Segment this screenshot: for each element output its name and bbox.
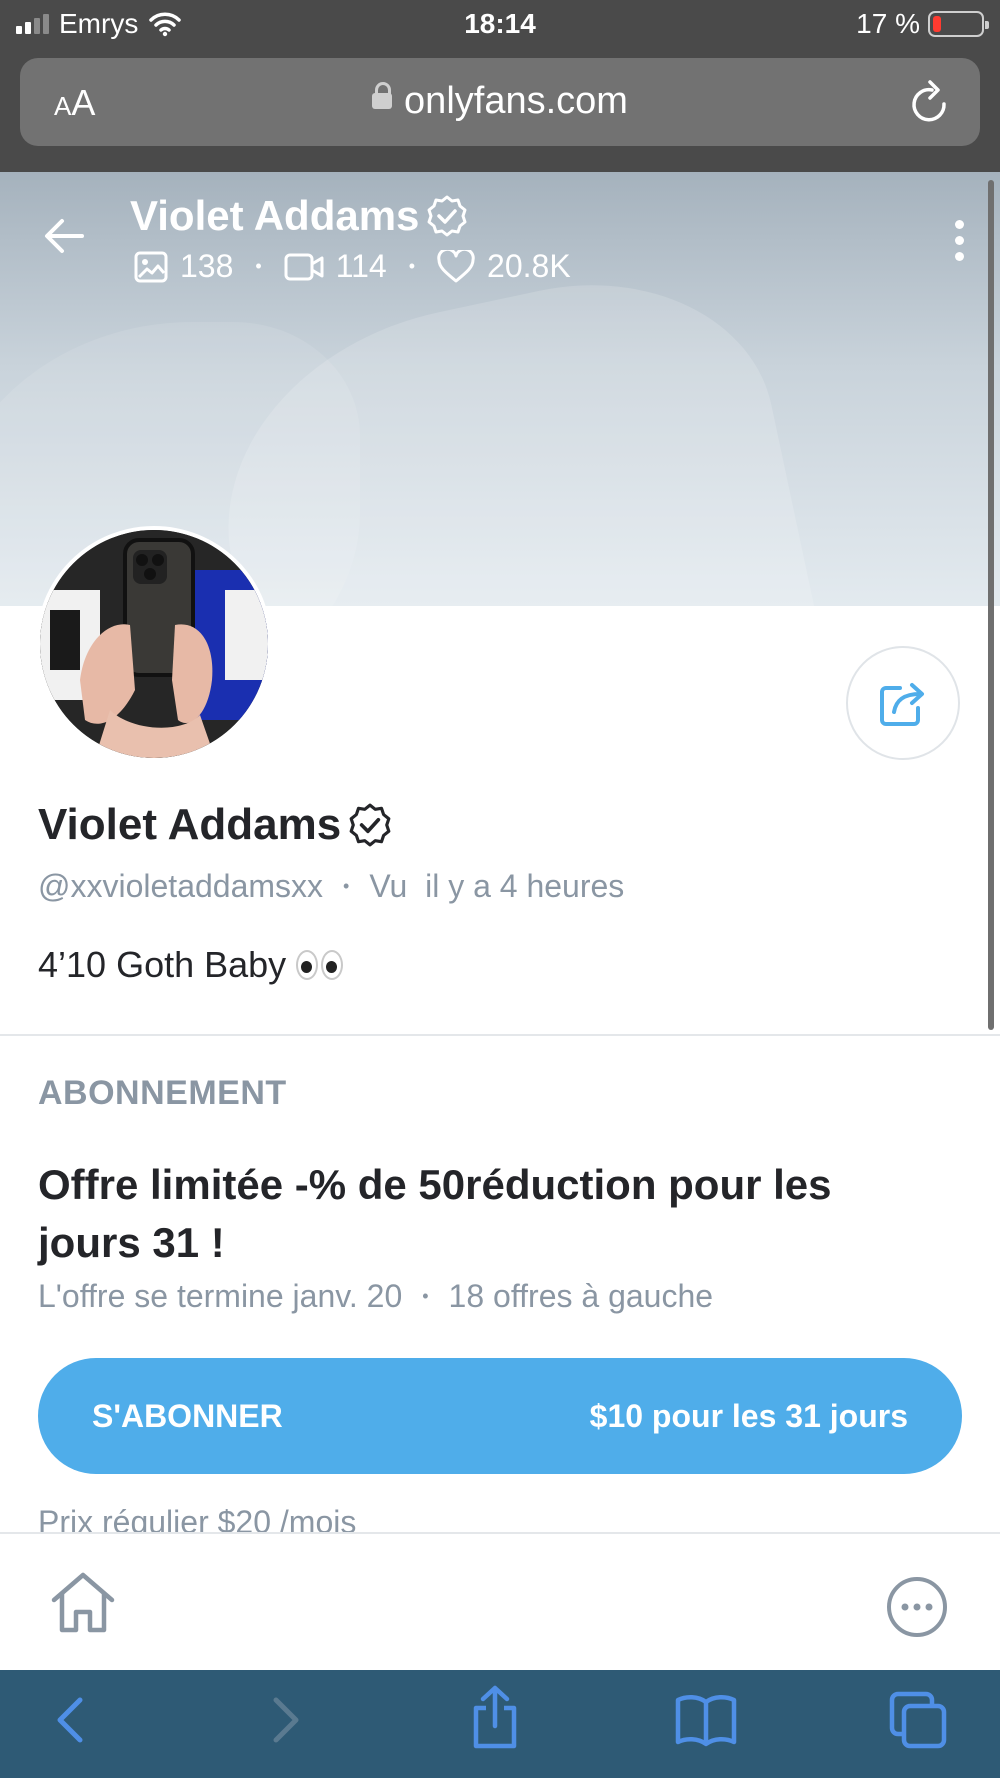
verified-badge-icon: [427, 195, 467, 237]
address-bar[interactable]: AA onlyfans.com: [20, 58, 980, 146]
chevron-left-icon[interactable]: [50, 1692, 90, 1748]
heart-icon: [437, 249, 475, 282]
bio-text: 4’10 Goth Baby: [38, 944, 287, 985]
tabs-icon[interactable]: [888, 1690, 948, 1750]
subscribe-button-label: S'ABONNER: [92, 1398, 283, 1434]
likes-count: 20.8K: [487, 248, 571, 284]
cover-decoration: [190, 248, 830, 606]
photos-count: 138: [180, 248, 234, 284]
safari-bottom-toolbar: [0, 1670, 1000, 1778]
regular-price: Prix régulier $20 /mois: [38, 1504, 357, 1534]
bookmarks-icon[interactable]: [674, 1692, 738, 1748]
last-seen: Vu il y a 4 heures: [369, 868, 625, 904]
cover-name-text: Violet Addams: [130, 192, 420, 239]
profile-name: Violet Addams: [38, 800, 393, 850]
verified-badge-icon: [349, 803, 391, 847]
url-display[interactable]: onlyfans.com: [20, 80, 980, 123]
page-scrollbar[interactable]: [988, 180, 994, 1030]
cover-stats: 138 • 114 • 20.8K: [134, 248, 571, 285]
share-sheet-icon[interactable]: [468, 1684, 522, 1750]
section-divider: [0, 1034, 1000, 1036]
back-arrow-icon[interactable]: [42, 216, 86, 256]
profile-handle[interactable]: @xxvioletaddamsxx: [38, 868, 323, 905]
avatar[interactable]: [36, 526, 272, 762]
status-right: 17 %: [856, 8, 989, 40]
subscription-heading: ABONNEMENT: [38, 1074, 287, 1112]
profile-name-text: Violet Addams: [38, 800, 342, 849]
image-icon: [134, 251, 168, 282]
likes-stat: 20.8K: [437, 248, 571, 285]
home-icon[interactable]: [48, 1570, 118, 1636]
offer-meta: L'offre se termine janv. 20 • 18 offres …: [38, 1278, 713, 1315]
status-time: 18:14: [464, 8, 536, 39]
url-text: onlyfans.com: [404, 80, 628, 122]
stat-separator: •: [408, 256, 416, 276]
profile-bio: 4’10 Goth Baby: [38, 944, 344, 986]
browser-top-bar: AA onlyfans.com: [0, 50, 1000, 172]
meta-separator: •: [343, 876, 350, 896]
stat-separator: •: [255, 256, 262, 276]
offers-left: 18 offres à gauche: [448, 1278, 714, 1314]
more-options-icon[interactable]: [955, 220, 964, 261]
battery-percent: 17 %: [856, 8, 920, 39]
eyes-emoji-icon: [296, 950, 344, 980]
meta-separator: •: [422, 1286, 429, 1306]
reload-icon[interactable]: [908, 78, 952, 126]
app-bottom-nav: [0, 1532, 1000, 1670]
video-camera-icon: [284, 253, 324, 280]
videos-count: 114: [335, 248, 387, 284]
cover-title: Violet Addams: [130, 192, 469, 240]
subscribe-button-price: $10 pour les 31 jours: [589, 1398, 908, 1434]
photos-stat: 138: [134, 248, 233, 285]
share-profile-button[interactable]: [846, 646, 960, 760]
avatar-photo: [40, 530, 268, 758]
status-bar: Emrys 18:14 17 %: [0, 0, 1000, 50]
lock-icon: [372, 82, 393, 109]
subscribe-button[interactable]: S'ABONNER $10 pour les 31 jours: [38, 1358, 962, 1474]
offer-title: Offre limitée -% de 50réduction pour les…: [38, 1161, 832, 1266]
chevron-right-icon[interactable]: [266, 1692, 306, 1748]
videos-stat: 114: [284, 248, 387, 285]
profile-meta: @xxvioletaddamsxx • Vu il y a 4 heures: [38, 868, 624, 905]
offer-end-date: L'offre se termine janv. 20: [38, 1278, 403, 1314]
more-menu-icon[interactable]: [886, 1576, 948, 1638]
share-icon: [880, 683, 924, 726]
battery-icon: [928, 11, 989, 37]
